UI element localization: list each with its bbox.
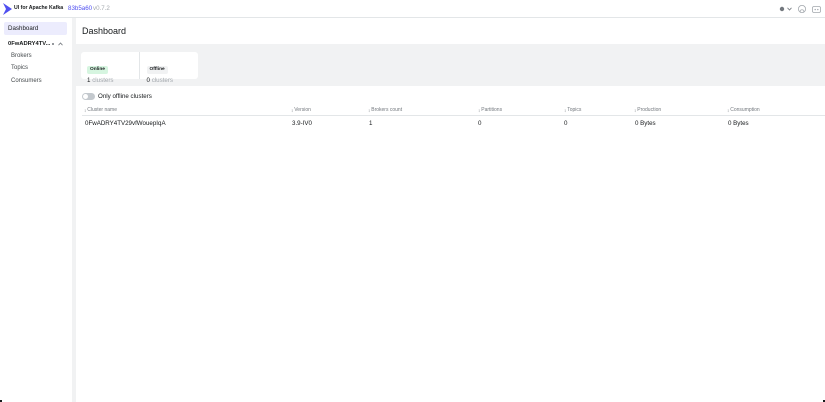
sidebar-item-topics[interactable]: Topics [11, 65, 28, 71]
sidebar-cluster-toggle[interactable]: 0FwADRY4TV... [8, 39, 70, 48]
sort-icon: ↕ [291, 107, 294, 113]
top-actions [779, 4, 821, 15]
offline-clusters-switch[interactable] [82, 93, 95, 100]
page-header: Dashboard [76, 18, 825, 44]
online-badge: Online [87, 65, 108, 74]
offline-unit: clusters [151, 77, 174, 84]
column-header-topics[interactable]: ↕ Topics [564, 107, 581, 113]
offline-filter[interactable]: Only offline clusters [82, 93, 152, 100]
top-bar: UI for Apache Kafka 83b5a60 v0.7.2 [0, 0, 825, 18]
github-icon[interactable] [798, 5, 806, 13]
cluster-metrics: Online 1 clusters Offline 0 clusters [81, 52, 199, 84]
column-header-version[interactable]: ↕ Version [291, 107, 311, 113]
version-hash-link[interactable]: 83b5a60 [68, 5, 92, 12]
metric-online: Online 1 clusters [81, 52, 139, 84]
kafka-ui-logo[interactable] [3, 3, 12, 15]
sort-icon: ↕ [368, 107, 371, 113]
sun-icon [779, 6, 785, 12]
table-row: 0FwADRY4TV29vfWouepIqA 3.9-IV0 1 0 0 0 B… [82, 116, 825, 129]
sort-icon: ↕ [84, 107, 87, 113]
sort-icon: ↕ [478, 107, 481, 113]
offline-clusters-label: Only offline clusters [98, 93, 152, 100]
column-header-partitions[interactable]: ↕ Partitions [478, 107, 502, 113]
cell-cluster-name[interactable]: 0FwADRY4TV29vfWouepIqA [85, 120, 166, 127]
cell-partitions: 0 [478, 120, 482, 127]
online-unit: clusters [92, 77, 114, 84]
online-count: 1 [87, 77, 91, 84]
sidebar-cluster-name: 0FwADRY4TV... [8, 40, 51, 47]
sidebar-item-consumers[interactable]: Consumers [11, 78, 42, 84]
metric-offline: Offline 0 clusters [138, 52, 199, 84]
column-header-consumption[interactable]: ↕ Consumption [727, 107, 760, 113]
app-brand[interactable]: UI for Apache Kafka [14, 5, 63, 11]
cell-topics: 0 [564, 120, 568, 127]
discord-icon[interactable] [812, 5, 821, 13]
sort-icon: ↕ [727, 107, 730, 113]
cluster-status-dot [52, 42, 55, 45]
main-content: Dashboard Online 1 clusters Offline 0 cl… [76, 18, 825, 402]
column-header-production[interactable]: ↕ Production [634, 107, 661, 113]
clusters-table: ↕ Cluster name ↕ Version ↕ Brokers count… [82, 104, 825, 129]
offline-count: 0 [146, 77, 150, 84]
theme-toggle-button[interactable] [779, 6, 792, 12]
sort-icon: ↕ [564, 107, 567, 113]
cell-version: 3.9-IV0 [292, 120, 312, 127]
column-header-cluster-name[interactable]: ↕ Cluster name [84, 107, 117, 113]
sidebar [0, 18, 72, 402]
page-title: Dashboard [82, 26, 127, 36]
column-header-brokers-count[interactable]: ↕ Brokers count [368, 107, 402, 113]
cell-production: 0 Bytes [635, 120, 656, 127]
cell-consumption: 0 Bytes [728, 120, 749, 127]
metrics-band: Online 1 clusters Offline 0 clusters [76, 44, 825, 86]
sidebar-item-brokers[interactable]: Brokers [11, 53, 32, 59]
chevron-down-icon [787, 7, 792, 11]
sidebar-item-dashboard[interactable]: Dashboard [4, 22, 67, 35]
offline-badge: Offline [146, 65, 168, 74]
cell-brokers-count: 1 [369, 120, 373, 127]
version-number: v0.7.2 [93, 4, 110, 12]
table-header: ↕ Cluster name ↕ Version ↕ Brokers count… [82, 104, 825, 116]
chevron-up-icon [58, 41, 64, 45]
sort-icon: ↕ [634, 107, 637, 113]
